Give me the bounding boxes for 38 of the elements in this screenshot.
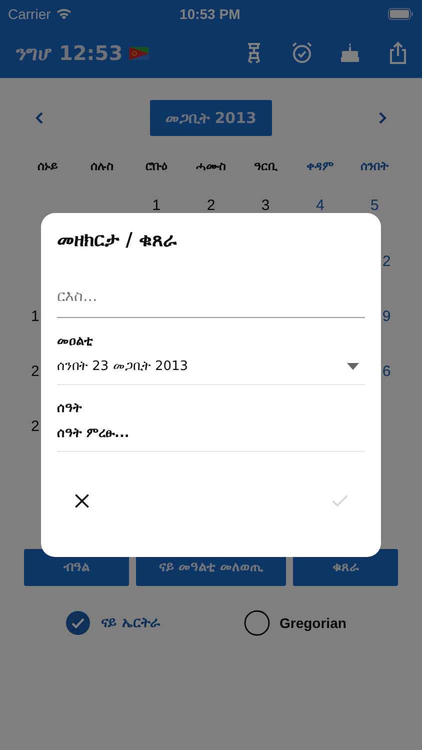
weekday-label: ቀዳም bbox=[306, 158, 335, 175]
day-number[interactable]: 9 bbox=[382, 308, 391, 325]
dialog-title: መዘክርታ / ቁጸራ bbox=[57, 229, 178, 251]
day-number[interactable]: 2 bbox=[382, 253, 391, 270]
time-label: ሰዓት bbox=[57, 401, 83, 416]
day-number[interactable]: 1 bbox=[31, 308, 40, 325]
wifi-icon bbox=[56, 8, 72, 20]
day-number[interactable]: 4 bbox=[316, 196, 324, 214]
weekday-label: ዓርቢ bbox=[253, 158, 279, 175]
day-number[interactable]: 1 bbox=[152, 196, 161, 214]
status-time: 10:53 PM bbox=[180, 6, 242, 22]
weekday-label: ሓሙስ bbox=[194, 158, 227, 175]
weekday-label: ሰኑይ bbox=[36, 158, 59, 175]
caret-icon bbox=[347, 363, 359, 370]
day-number[interactable]: 2 bbox=[206, 196, 216, 214]
radio-label[interactable]: Gregorian bbox=[280, 615, 346, 631]
previous-icon[interactable] bbox=[34, 110, 46, 126]
day-number[interactable]: 2 bbox=[31, 363, 40, 380]
day-number[interactable]: 3 bbox=[261, 196, 270, 214]
close-icon[interactable] bbox=[73, 492, 91, 510]
radio-label[interactable]: ናይ ኤርትራ bbox=[101, 615, 160, 631]
weekday-label: ሰንበት bbox=[360, 158, 390, 175]
day-number[interactable]: 6 bbox=[382, 363, 391, 380]
radio-button[interactable] bbox=[244, 610, 270, 636]
weekday-label: ሰሉስ bbox=[89, 158, 114, 175]
cake-icon[interactable] bbox=[338, 41, 362, 65]
weekday-label: ሮቡዕ bbox=[144, 158, 168, 175]
date-label: መዐልቲ bbox=[57, 334, 94, 349]
alarm-icon[interactable] bbox=[290, 41, 314, 65]
date-dropdown[interactable]: ሰንበት 23 መጋቢት 2013 bbox=[57, 349, 365, 385]
day-number[interactable]: 5 bbox=[370, 196, 379, 214]
app-title: ንግሆ 12:53 bbox=[16, 41, 123, 65]
flag-icon bbox=[128, 46, 149, 60]
time-field[interactable]: ሰዓት ምረፁ... bbox=[57, 416, 365, 452]
month-button[interactable]: መጋቢት 2013 bbox=[150, 100, 272, 136]
carrier-label: Carrier bbox=[8, 6, 51, 22]
day-number[interactable]: 2 bbox=[31, 418, 40, 435]
radio-button[interactable] bbox=[65, 610, 91, 636]
